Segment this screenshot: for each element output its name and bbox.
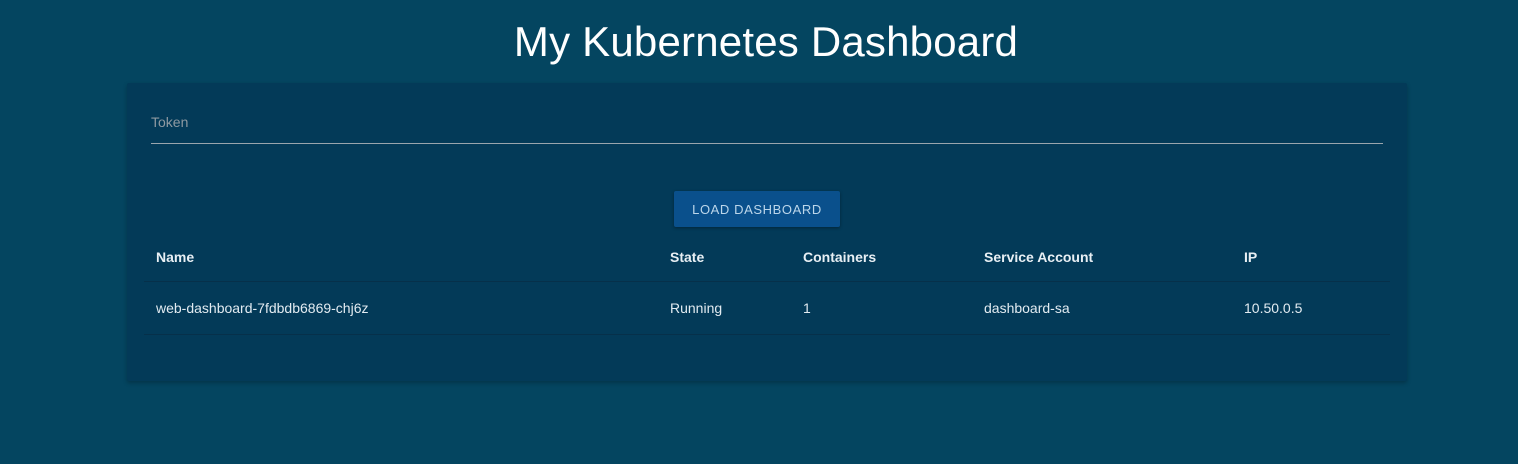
- column-header-service-account: Service Account: [972, 233, 1232, 282]
- pods-table: Name State Containers Service Account IP…: [144, 233, 1390, 335]
- cell-pod-name: web-dashboard-7fdbdb6869-chj6z: [144, 281, 658, 335]
- cell-state: Running: [658, 281, 791, 335]
- column-header-name: Name: [144, 233, 658, 282]
- page-title: My Kubernetes Dashboard: [513, 18, 1019, 65]
- token-field[interactable]: [151, 99, 1383, 144]
- column-header-ip: IP: [1232, 233, 1390, 282]
- cell-ip: 10.50.0.5: [1232, 281, 1390, 335]
- load-dashboard-button[interactable]: LOAD DASHBOARD: [674, 191, 840, 227]
- token-input[interactable]: [151, 111, 1383, 133]
- column-header-state: State: [658, 233, 791, 282]
- column-header-containers: Containers: [791, 233, 972, 282]
- table-row: web-dashboard-7fdbdb6869-chj6z Running 1…: [144, 281, 1390, 335]
- table-header-row: Name State Containers Service Account IP: [144, 233, 1390, 282]
- dashboard-card: LOAD DASHBOARD Name State Containers Ser…: [127, 83, 1407, 381]
- cell-service-account: dashboard-sa: [972, 281, 1232, 335]
- cell-containers: 1: [791, 281, 972, 335]
